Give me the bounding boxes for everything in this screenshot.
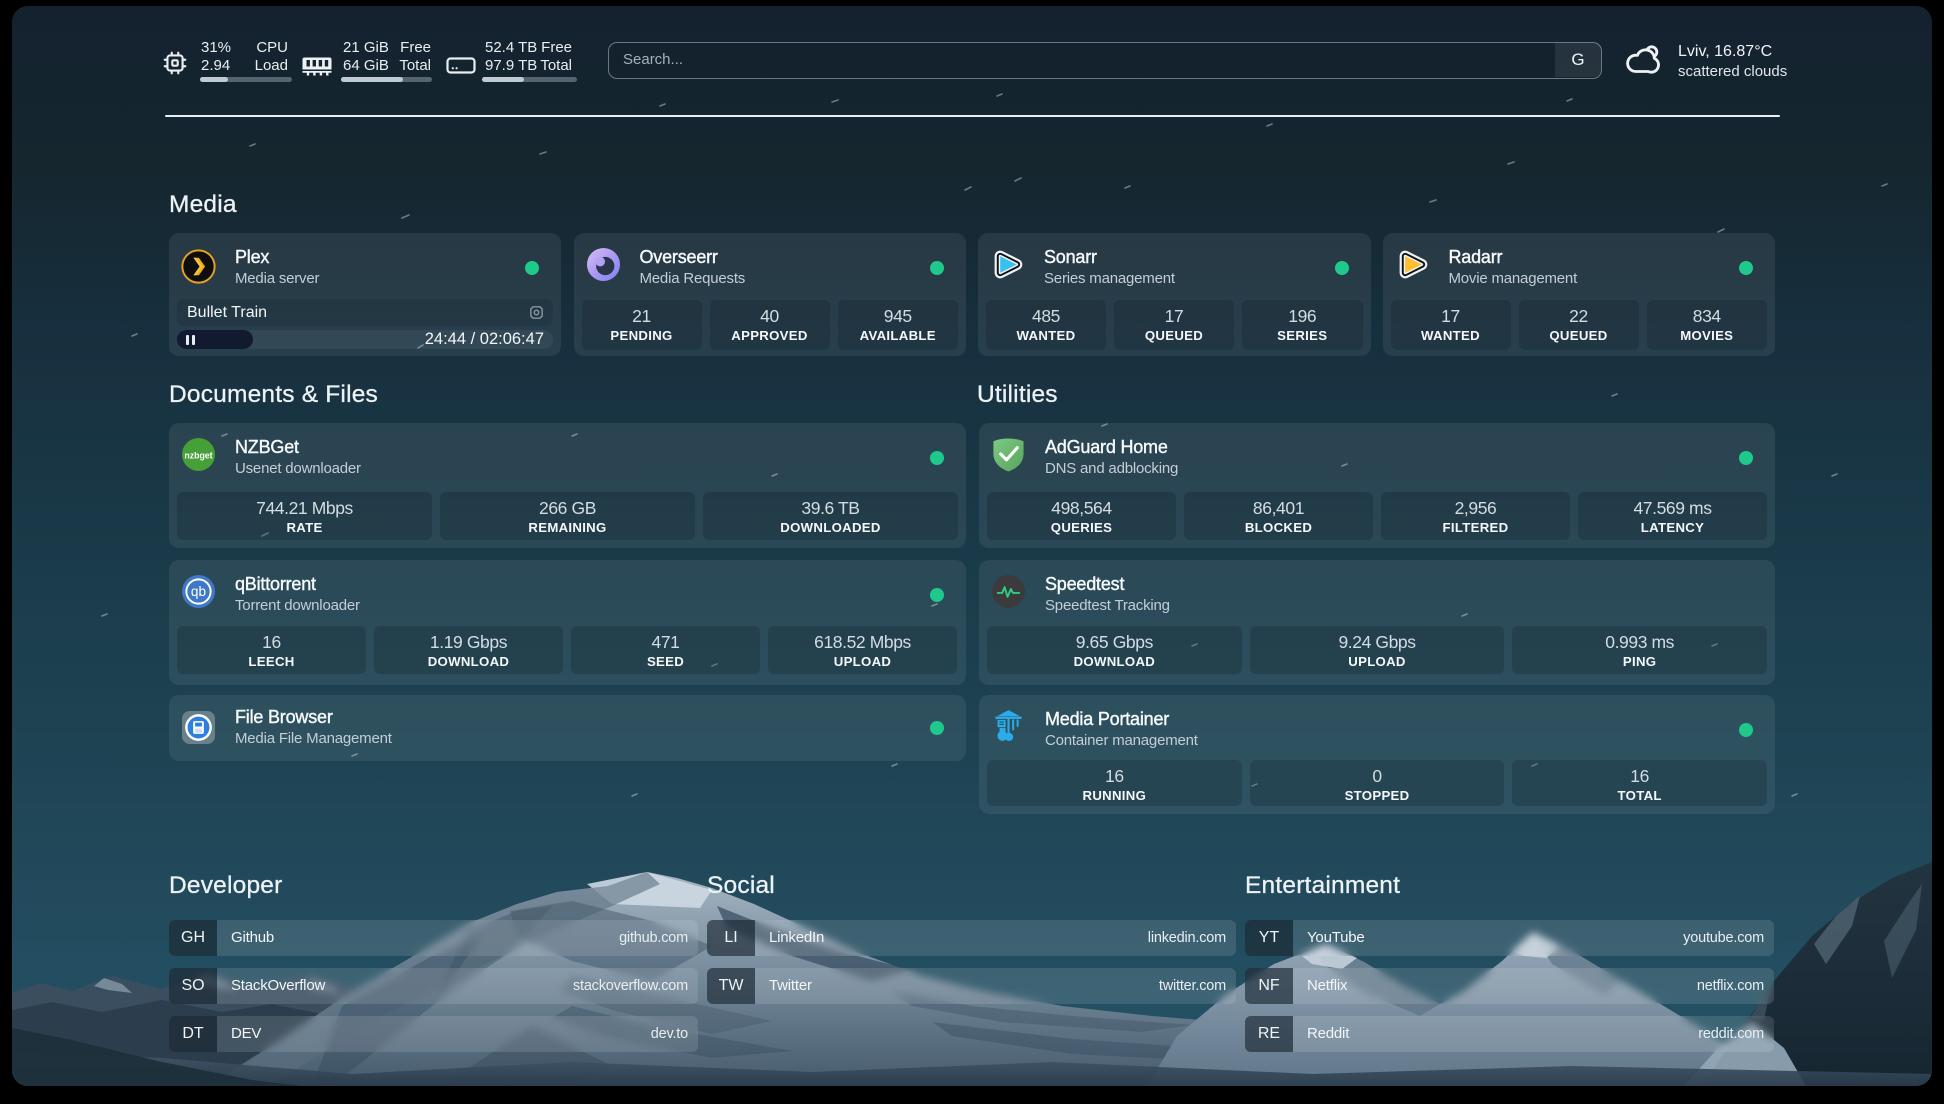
svg-text:qb: qb	[191, 584, 206, 599]
svg-text:nzbget: nzbget	[184, 450, 212, 460]
